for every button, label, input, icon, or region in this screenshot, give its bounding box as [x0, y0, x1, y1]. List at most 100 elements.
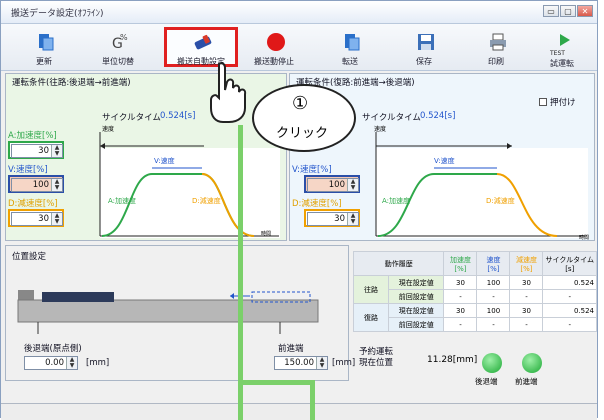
transfer-button[interactable]: 転送 [315, 26, 385, 68]
front-end-lamp-icon [522, 353, 542, 373]
table-cell: - [443, 317, 478, 332]
forward-graph-v: V:速度 [154, 157, 175, 165]
return-speed-value: 100 [328, 180, 345, 190]
return-graph-d: D:減速度 [486, 197, 515, 205]
table-cell: 30 [509, 275, 544, 290]
front-end-label: 前進端 [278, 344, 304, 354]
unit-switch-icon: G% [112, 33, 128, 52]
forward-speed-frame: 100 ▲ ▼ [8, 175, 64, 193]
table-row: 前回設定値 - - - - [354, 289, 597, 304]
actuator-diagram [17, 290, 319, 334]
table-cell: - [476, 317, 511, 332]
spin-arrows-icon[interactable]: ▲ ▼ [347, 179, 358, 191]
stop-icon [267, 33, 285, 51]
test-icon-text: TEST [550, 50, 565, 57]
table-cell: 0.524 [542, 275, 597, 290]
forward-graph-a: A:加速度 [108, 197, 137, 205]
position-panel-title: 位置設定 [12, 252, 47, 262]
spin-arrows-icon[interactable]: ▲ ▼ [316, 357, 327, 369]
forward-speed-label: V:速度[%] [8, 165, 48, 175]
save-icon [418, 34, 434, 50]
minimize-button[interactable]: ▭ [543, 5, 559, 17]
table-cell: - [509, 289, 544, 304]
callout-number: ① [292, 93, 309, 114]
return-cycle-value: 0.524[s] [420, 111, 456, 121]
table-cell: 現在設定値 [387, 303, 445, 318]
back-end-lamp-label: 後退端 [475, 377, 498, 386]
forward-decel-input[interactable]: 30 ▲ ▼ [11, 212, 63, 226]
auto-setting-icon [194, 34, 212, 50]
back-end-label: 後退端(原点側) [24, 344, 82, 354]
spin-arrows-icon[interactable]: ▲ ▼ [51, 213, 62, 225]
save-button[interactable]: 保存 [389, 26, 459, 68]
forward-cycle-value: 0.524[s] [160, 111, 196, 121]
parameter-table: 動作履歴 加速度 [%] 速度 [%] 減速度 [%] サイクルタイム [s] … [352, 251, 597, 332]
forward-accel-label: A:加速度[%] [8, 131, 57, 141]
close-button[interactable]: ✕ [577, 5, 593, 17]
update-button[interactable]: 更新 [9, 26, 79, 68]
table-row: 復路 現在設定値 30 100 30 0.524 [353, 303, 597, 332]
position-panel: 位置設定 後退端(原点側) 0.00 ▲ ▼ [mm] 前進端 150.00 ▲ ▼ [… [5, 245, 355, 381]
unit-switch-button[interactable]: G% 単位切替 [83, 26, 153, 68]
return-decel-input[interactable]: 30 ▲ ▼ [307, 212, 359, 226]
return-decel-frame: 30 ▲ ▼ [304, 209, 360, 227]
table-row: 前回設定値 - - - - [354, 317, 597, 332]
table-cell: - [542, 317, 597, 332]
table-header: 減速度 [%] [509, 251, 544, 276]
table-cell: 30 [509, 303, 544, 318]
forward-speed-input[interactable]: 100 ▲ ▼ [11, 178, 63, 192]
table-cell: - [443, 289, 478, 304]
table-cell: 0.524 [542, 303, 597, 318]
forward-decel-label: D:減速度[%] [8, 199, 58, 209]
pointer-line [238, 125, 243, 420]
return-speed-axis: 速度 [374, 126, 387, 133]
print-label: 印刷 [488, 57, 504, 66]
callout-text: クリック [276, 126, 329, 141]
push-checkbox-label: 押付け [550, 98, 576, 108]
maximize-button[interactable]: ▢ [560, 5, 576, 17]
table-header: 加速度 [%] [443, 251, 478, 276]
return-cycle-label: サイクルタイム [362, 113, 421, 123]
forward-speed-value: 100 [32, 180, 49, 190]
forward-decel-frame: 30 ▲ ▼ [8, 209, 64, 227]
forward-accel-input[interactable]: 30 ▲ ▼ [11, 144, 63, 158]
return-graph-a: A:加速度 [382, 197, 411, 205]
spin-arrows-icon[interactable]: ▲ ▼ [51, 145, 62, 157]
title-bar: 搬送データ設定(ｵﾌﾗｲﾝ) ▭ ▢ ✕ [1, 1, 597, 24]
return-speed-input[interactable]: 100 ▲ ▼ [307, 178, 359, 192]
svg-text:%: % [120, 33, 128, 42]
table-row: 往路 現在設定値 30 100 30 0.524 [353, 275, 597, 304]
return-time-axis: 時間 [579, 235, 590, 241]
position-value: 11.28[mm] [427, 355, 478, 365]
forward-cycle-label: サイクルタイム [102, 113, 161, 123]
position-label: 現在位置 [359, 358, 394, 368]
pointer-line [310, 380, 315, 420]
forward-graph-d: D:減速度 [192, 197, 221, 205]
print-icon [490, 33, 506, 51]
print-button[interactable]: 印刷 [461, 26, 531, 68]
test-run-icon [560, 34, 570, 46]
return-decel-label: D:減速度[%] [292, 199, 342, 209]
table-group: 往路 [353, 275, 389, 304]
front-end-input[interactable]: 150.00 ▲ ▼ [274, 356, 328, 370]
forward-time-axis: 時間 [261, 231, 272, 237]
return-speed-graph [375, 132, 588, 238]
table-cell: - [542, 289, 597, 304]
table-cell: 100 [476, 275, 511, 290]
spin-arrows-icon[interactable]: ▲ ▼ [66, 357, 77, 369]
table-cell: 30 [443, 303, 478, 318]
unit-switch-label: 単位切替 [102, 57, 134, 66]
spin-arrows-icon[interactable]: ▲ ▼ [51, 179, 62, 191]
table-header: サイクルタイム [s] [542, 251, 597, 276]
return-graph-v: V:速度 [434, 157, 455, 165]
table-header: 速度 [%] [476, 251, 511, 276]
test-run-button[interactable]: TEST 試運転 [527, 26, 597, 68]
push-checkbox[interactable] [539, 98, 547, 106]
spin-arrows-icon[interactable]: ▲ ▼ [347, 213, 358, 225]
back-end-input[interactable]: 0.00 ▲ ▼ [24, 356, 78, 370]
front-end-lamp-label: 前進端 [515, 377, 538, 386]
forward-panel-title: 運転条件(往路:後退端→前進端) [12, 78, 131, 88]
save-label: 保存 [416, 57, 432, 66]
app-window: 搬送データ設定(ｵﾌﾗｲﾝ) ▭ ▢ ✕ 更新 G% 単位切替 搬送自動設定 搬… [0, 0, 598, 420]
auto-setting-button[interactable]: 搬送自動設定 [164, 27, 238, 67]
